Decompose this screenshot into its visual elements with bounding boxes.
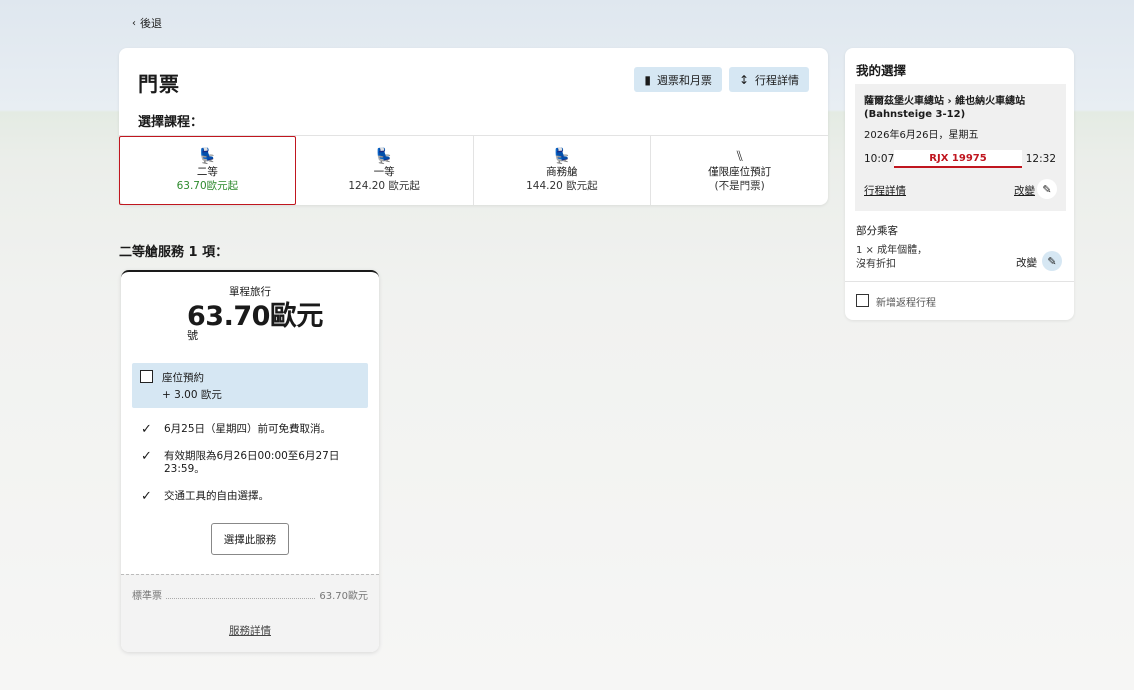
edit-passengers-icon[interactable]: ✎	[1042, 251, 1062, 271]
fare-price: 63.70歐元	[319, 591, 368, 602]
offers-heading: 二等艙服務 1 項：	[119, 245, 229, 260]
check-icon: ✓	[141, 422, 152, 437]
journey-date: 2026年6月26日，星期五	[864, 130, 979, 141]
passengers-line: 1 × 成年個體，	[856, 245, 928, 256]
class-name: 二等	[196, 165, 218, 178]
feature-item: ✓ 6月25日（星期四）前可免費取消。	[141, 423, 354, 436]
seat-icon: 💺	[198, 146, 217, 165]
check-icon: ✓	[141, 489, 152, 504]
pass-button-label: 週票和月票	[656, 73, 712, 87]
change-journey-link[interactable]: 改變	[1014, 183, 1035, 198]
journey-details-link[interactable]: 行程詳情	[864, 183, 906, 198]
chevron-left-icon: ‹	[132, 17, 136, 29]
add-return-label: 新增返程行程	[876, 298, 936, 309]
feature-item: ✓ 交通工具的自由選擇。	[141, 490, 354, 503]
ticket-card: 門票 ▮ 週票和月票 ↕ 行程詳情 選擇課程： 💺 二等 63.70歐元起 💺 …	[119, 48, 828, 205]
passengers-details: 1 × 成年個體， 沒有折扣	[856, 244, 927, 272]
offer-footer: 標準票 63.70歐元 服務詳情	[121, 574, 379, 652]
passengers-title: 部分乘客	[856, 225, 898, 237]
offer-sub-label: 號	[187, 329, 198, 342]
offer-card: 單程旅行 63.70歐元 號 座位預約 + 3.00 歐元 ✓ 6月25日（星期…	[121, 270, 379, 652]
departure-time: 10:07	[864, 153, 895, 165]
pass-button[interactable]: ▮ 週票和月票	[634, 67, 722, 92]
business-seat-icon: 💺	[552, 146, 572, 165]
arrival-time: 12:32	[1025, 153, 1056, 165]
back-link[interactable]: ‹ 後退	[132, 15, 162, 31]
edit-journey-icon[interactable]: ✎	[1037, 179, 1057, 199]
class-options: 💺 二等 63.70歐元起 💺 一等 124.20 歐元起 💺 商務艙 144.…	[119, 135, 828, 205]
class-name: 商務艙	[546, 165, 578, 178]
class-price: 124.20 歐元起	[348, 179, 420, 192]
check-icon: ✓	[141, 449, 152, 464]
fare-row: 標準票 63.70歐元	[132, 587, 368, 602]
feature-item: ✓ 有效期限為6月26日00:00至6月27日 23:59。	[141, 450, 354, 476]
seat-reservation-label: 座位預約	[162, 372, 204, 384]
passengers-line: 沒有折扣	[856, 259, 896, 270]
fare-name: 標準票	[132, 591, 162, 602]
seat-reservation-option[interactable]: 座位預約 + 3.00 歐元	[132, 363, 368, 408]
class-option-seat-only[interactable]: ⑊ 僅限座位預訂 (不是門票)	[651, 136, 828, 205]
trip-details-label: 行程詳情	[755, 73, 799, 87]
class-option-business[interactable]: 💺 商務艙 144.20 歐元起	[474, 136, 652, 205]
class-price: (不是門票)	[714, 179, 765, 192]
feature-text: 交通工具的自由選擇。	[164, 490, 269, 502]
class-option-first[interactable]: 💺 一等 124.20 歐元起	[296, 136, 474, 205]
class-name: 僅限座位預訂	[708, 165, 772, 178]
seat-icon: 💺	[374, 146, 394, 165]
select-service-button[interactable]: 選擇此服務	[211, 523, 289, 555]
journey-summary: 薩爾茲堡火車總站 › 維也納火車總站 (Bahnsteige 3-12) 202…	[855, 84, 1066, 211]
route-icon: ↕	[738, 72, 749, 87]
class-name: 一等	[373, 165, 395, 178]
trip-details-button[interactable]: ↕ 行程詳情	[728, 67, 809, 92]
seat-reservation-price: + 3.00 歐元	[162, 389, 222, 401]
service-details-link[interactable]: 服務詳情	[121, 623, 379, 638]
dot-leader	[166, 587, 316, 599]
change-passengers-label[interactable]: 改變	[1016, 255, 1037, 270]
feature-text: 6月25日（星期四）前可免費取消。	[164, 423, 332, 435]
my-selection-card: 我的選擇 薩爾茲堡火車總站 › 維也納火車總站 (Bahnsteige 3-12…	[845, 48, 1074, 320]
offer-price: 63.70歐元	[187, 301, 323, 332]
class-price: 144.20 歐元起	[526, 179, 598, 192]
add-return-checkbox[interactable]	[856, 294, 869, 307]
train-badge: RJX 19975	[894, 150, 1022, 168]
journey-route: 薩爾茲堡火車總站 › 維也納火車總站 (Bahnsteige 3-12)	[864, 96, 1026, 120]
top-buttons: ▮ 週票和月票 ↕ 行程詳情	[634, 67, 809, 92]
page-title: 門票	[138, 72, 180, 96]
divider	[845, 281, 1074, 282]
seat-outline-icon: ⑊	[735, 146, 745, 165]
selection-title: 我的選擇	[856, 63, 907, 78]
feature-text: 有效期限為6月26日00:00至6月27日 23:59。	[164, 450, 340, 475]
pass-card-icon: ▮	[644, 72, 651, 87]
choose-class-label: 選擇課程：	[138, 115, 204, 130]
back-label: 後退	[140, 17, 162, 30]
class-price: 63.70歐元起	[176, 179, 239, 192]
class-option-second[interactable]: 💺 二等 63.70歐元起	[119, 136, 296, 205]
seat-reservation-checkbox[interactable]	[140, 370, 153, 383]
